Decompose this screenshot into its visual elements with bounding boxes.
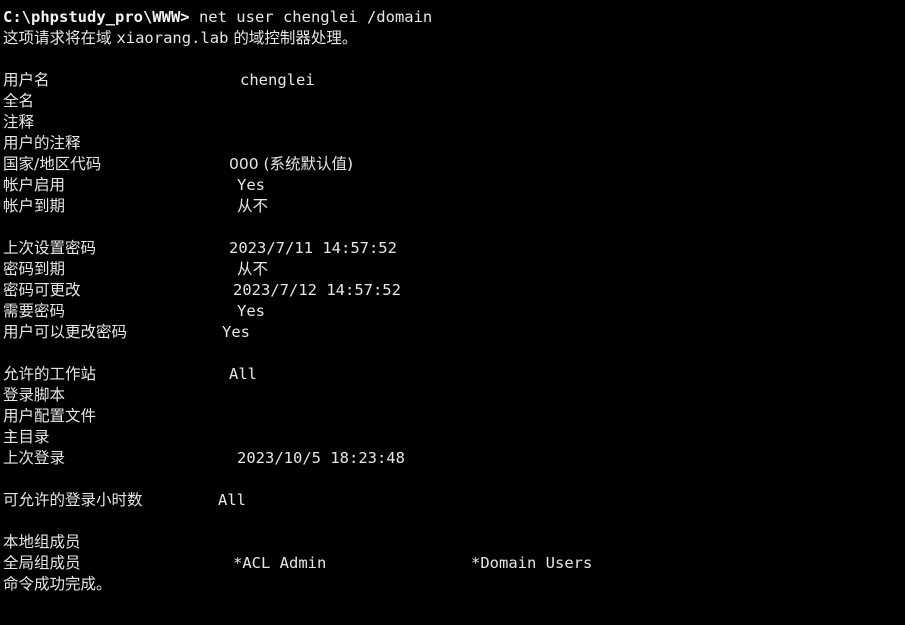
field-label-user-comment: 用户的注释: [3, 134, 81, 152]
field-value-logon-hours: All: [218, 491, 246, 509]
field-value-workstations-allowed: All: [229, 365, 257, 383]
request-notice-post: 的域控制器处理。: [228, 29, 358, 47]
field-label-workstations-allowed: 允许的工作站: [3, 365, 97, 383]
field-value-password-required: Yes: [237, 302, 265, 320]
field-label-user-profile: 用户配置文件: [3, 407, 97, 425]
field-value-password-changeable: 2023/7/12 14:57:52: [233, 281, 401, 299]
field-label-password-required: 需要密码: [3, 302, 66, 320]
field-label-password-changeable: 密码可更改: [3, 281, 81, 299]
command-text: net user chenglei /domain: [189, 8, 433, 26]
field-value-global-group-2: *Domain Users: [471, 554, 593, 572]
field-value-user-may-change-password: Yes: [222, 323, 250, 341]
field-label-password-expires: 密码到期: [3, 260, 66, 278]
command-line: C:\phpstudy_pro\WWW> net user chenglei /…: [3, 7, 432, 28]
prompt: C:\phpstudy_pro\WWW>: [3, 8, 190, 26]
field-label-fullname: 全名: [3, 92, 35, 110]
terminal-window[interactable]: C:\phpstudy_pro\WWW> net user chenglei /…: [0, 0, 905, 625]
request-notice: 这项请求将在域 xiaorang.lab 的域控制器处理。: [3, 28, 357, 49]
domain-name: xiaorang.lab: [116, 29, 229, 47]
field-label-comment: 注释: [3, 113, 35, 131]
field-label-country-code: 国家/地区代码: [3, 155, 102, 173]
field-label-logon-hours: 可允许的登录小时数: [3, 491, 143, 509]
field-label-home-directory: 主目录: [3, 428, 50, 446]
field-label-logon-script: 登录脚本: [3, 386, 66, 404]
field-value-country-code: 000 (系统默认值): [229, 155, 354, 173]
field-label-global-groups: 全局组成员: [3, 554, 81, 572]
field-label-password-last-set: 上次设置密码: [3, 239, 97, 257]
field-label-local-groups: 本地组成员: [3, 533, 81, 551]
field-value-password-last-set: 2023/7/11 14:57:52: [229, 239, 397, 257]
field-value-account-active: Yes: [237, 176, 265, 194]
field-label-account-active: 帐户启用: [3, 176, 66, 194]
field-value-username: chenglei: [240, 71, 315, 89]
request-notice-pre: 这项请求将在域: [3, 29, 117, 47]
field-label-account-expires: 帐户到期: [3, 197, 66, 215]
field-label-user-may-change-password: 用户可以更改密码: [3, 323, 128, 341]
field-value-account-expires: 从不: [237, 197, 269, 215]
field-label-username: 用户名: [3, 71, 50, 89]
completion-message: 命令成功完成。: [3, 575, 112, 593]
field-value-global-group-1: *ACL Admin: [233, 554, 327, 572]
field-value-last-logon: 2023/10/5 18:23:48: [237, 449, 405, 467]
field-value-password-expires: 从不: [237, 260, 269, 278]
field-label-last-logon: 上次登录: [3, 449, 66, 467]
